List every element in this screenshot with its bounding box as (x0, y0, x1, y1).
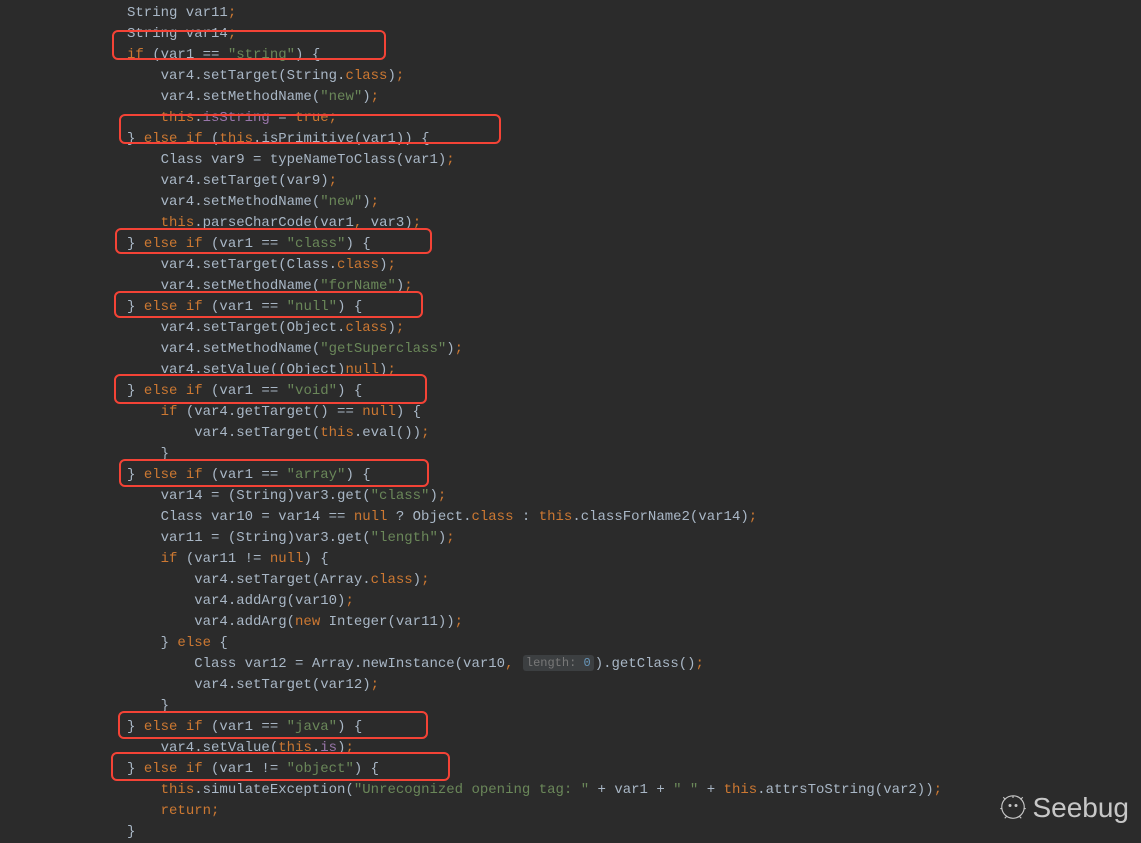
code-line: var4.setTarget(String.class); (127, 68, 404, 84)
code-line: Class var9 = typeNameToClass(var1); (127, 152, 455, 168)
code-line: } else { (127, 635, 228, 651)
code-line: } (127, 698, 169, 714)
code-line: var4.addArg(new Integer(var11)); (127, 614, 463, 630)
code-line: var4.setMethodName("new"); (127, 194, 379, 210)
code-line: return; (127, 803, 219, 819)
code-line: } else if (var1 == "class") { (127, 236, 371, 252)
code-line: this.isString = true; (127, 110, 337, 126)
code-line: var4.setTarget(Array.class); (127, 572, 429, 588)
code-line: } else if (var1 == "array") { (127, 467, 371, 483)
code-line: var4.setMethodName("forName"); (127, 278, 413, 294)
code-line: } else if (var1 == "java") { (127, 719, 362, 735)
code-line: String var14; (127, 26, 236, 42)
code-line: if (var11 != null) { (127, 551, 329, 567)
bug-icon (998, 792, 1028, 822)
code-area[interactable]: String var11; String var14; if (var1 == … (0, 0, 942, 843)
code-line: if (var1 == "string") { (127, 47, 320, 63)
code-line: Class var12 = Array.newInstance(var10, l… (127, 656, 704, 672)
code-line: var4.setTarget(Object.class); (127, 320, 404, 336)
code-line: var11 = (String)var3.get("length"); (127, 530, 455, 546)
code-line: var4.setTarget(this.eval()); (127, 425, 429, 441)
code-line: var4.setValue((Object)null); (127, 362, 396, 378)
param-hint: length: 0 (523, 655, 594, 671)
code-line: var14 = (String)var3.get("class"); (127, 488, 446, 504)
code-line: this.simulateException("Unrecognized ope… (127, 782, 942, 798)
code-line: var4.addArg(var10); (127, 593, 354, 609)
code-line: } (127, 446, 169, 462)
code-line: } else if (var1 != "object") { (127, 761, 379, 777)
code-line: } (127, 824, 135, 840)
watermark-text: Seebug (1032, 797, 1129, 818)
code-line: var4.setMethodName("getSuperclass"); (127, 341, 463, 357)
code-line: } else if (var1 == "void") { (127, 383, 362, 399)
code-line: var4.setTarget(var12); (127, 677, 379, 693)
code-line: this.parseCharCode(var1, var3); (127, 215, 421, 231)
code-line: if (var4.getTarget() == null) { (127, 404, 421, 420)
watermark: Seebug (998, 792, 1129, 822)
code-line: } else if (var1 == "null") { (127, 299, 362, 315)
code-line: var4.setValue(this.is); (127, 740, 354, 756)
code-line: Class var10 = var14 == null ? Object.cla… (127, 509, 757, 525)
code-line: } else if (this.isPrimitive(var1)) { (127, 131, 429, 147)
code-line: var4.setTarget(Class.class); (127, 257, 396, 273)
code-line: var4.setTarget(var9); (127, 173, 337, 189)
code-line: String var11; (127, 5, 236, 21)
code-line: var4.setMethodName("new"); (127, 89, 379, 105)
